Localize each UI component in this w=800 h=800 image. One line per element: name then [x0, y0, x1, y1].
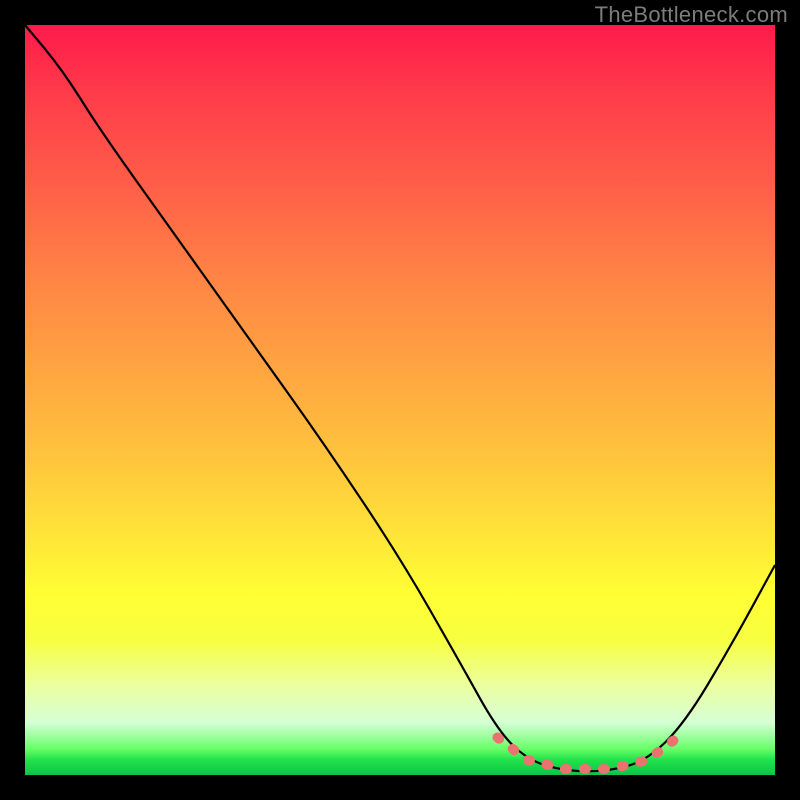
pink-highlight-band	[498, 738, 678, 770]
curve-layer	[25, 25, 775, 775]
black-curve	[25, 25, 775, 771]
chart-stage: TheBottleneck.com	[0, 0, 800, 800]
plot-area	[25, 25, 775, 775]
